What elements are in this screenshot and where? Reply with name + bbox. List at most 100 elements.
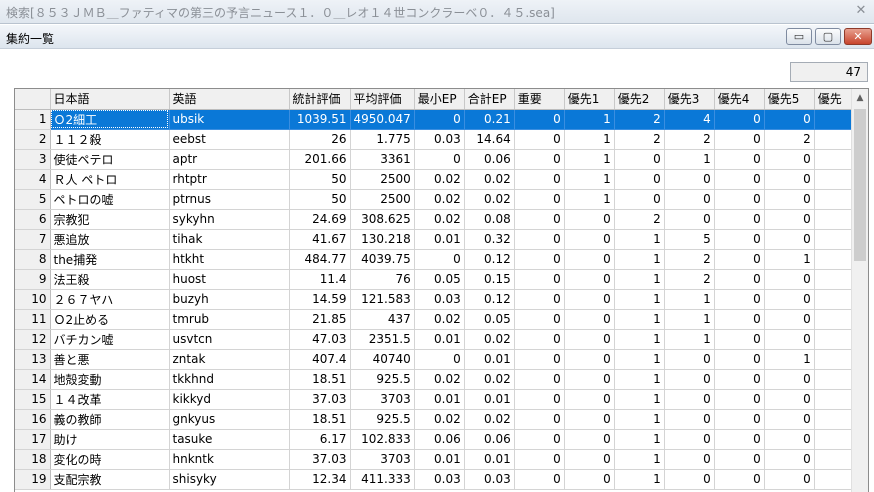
table-cell[interactable]: 1 <box>614 469 665 490</box>
table-cell[interactable]: 1 <box>564 169 615 190</box>
table-cell[interactable]: 0.01 <box>464 349 515 370</box>
row-number[interactable]: 12 <box>15 329 51 350</box>
table-cell[interactable]: aptr <box>169 149 290 170</box>
scroll-up-icon[interactable]: ▲ <box>852 89 868 107</box>
table-cell[interactable]: 0 <box>714 189 765 210</box>
column-header[interactable]: 統計評価 <box>289 89 351 110</box>
table-cell[interactable]: 2 <box>664 129 715 150</box>
row-number[interactable]: 17 <box>15 429 51 450</box>
table-cell[interactable]: 0 <box>564 269 615 290</box>
table-cell[interactable]: 0 <box>514 169 565 190</box>
table-row[interactable]: 7 悪追放 tihak 41.67 130.218 0.01 0.32 0 0 1 5 0 0 <box>15 229 860 250</box>
table-cell[interactable]: 407.4 <box>289 349 351 370</box>
table-cell[interactable]: 50 <box>289 169 351 190</box>
table-cell[interactable]: 0 <box>664 469 715 490</box>
table-cell[interactable]: 0 <box>414 349 465 370</box>
table-cell[interactable]: 1 <box>614 389 665 410</box>
table-cell[interactable]: 0 <box>564 389 615 410</box>
table-cell[interactable]: バチカン嘘 <box>50 329 170 350</box>
parent-close-icon[interactable]: ✕ <box>854 3 868 19</box>
table-cell[interactable]: 1 <box>564 189 615 210</box>
row-number[interactable]: 3 <box>15 149 51 170</box>
table-cell[interactable]: 0 <box>514 129 565 150</box>
table-cell[interactable]: 484.77 <box>289 249 351 270</box>
table-cell[interactable]: 1039.51 <box>289 109 351 130</box>
table-cell[interactable]: 1 <box>614 329 665 350</box>
table-row[interactable]: 10 ２６７ヤハ buzyh 14.59 121.583 0.03 0.12 0 0 1 1 0 0 <box>15 289 860 310</box>
table-cell[interactable]: 12.34 <box>289 469 351 490</box>
table-cell[interactable]: tihak <box>169 229 290 250</box>
table-cell[interactable]: 14.59 <box>289 289 351 310</box>
table-cell[interactable]: 308.625 <box>350 209 415 230</box>
table-cell[interactable]: Ｏ2止める <box>50 309 170 330</box>
table-cell[interactable]: 0 <box>514 209 565 230</box>
table-cell[interactable]: 2500 <box>350 169 415 190</box>
table-cell[interactable]: 0 <box>414 249 465 270</box>
table-row[interactable]: 13 善と悪 zntak 407.4 40740 0 0.01 0 0 1 0 0 1 <box>15 349 860 370</box>
table-cell[interactable]: 0 <box>764 209 815 230</box>
table-row[interactable]: 3 使徒ペテロ aptr 201.66 3361 0 0.06 0 1 0 1 0 0 <box>15 149 860 170</box>
table-cell[interactable]: 0.01 <box>414 229 465 250</box>
scroll-thumb[interactable] <box>854 109 866 261</box>
table-cell[interactable]: 925.5 <box>350 369 415 390</box>
table-row[interactable]: 2 １１２殺 eebst 26 1.775 0.03 14.64 0 1 2 2 0 2 <box>15 129 860 150</box>
table-cell[interactable]: 1 <box>664 329 715 350</box>
table-cell[interactable]: 0 <box>764 289 815 310</box>
table-cell[interactable]: 0 <box>714 449 765 470</box>
row-number[interactable]: 1 <box>15 109 51 130</box>
table-cell[interactable]: 0.12 <box>464 289 515 310</box>
table-cell[interactable]: 0.02 <box>414 169 465 190</box>
table-cell[interactable]: 0 <box>664 209 715 230</box>
table-cell[interactable]: 2 <box>664 269 715 290</box>
table-cell[interactable]: 0 <box>664 389 715 410</box>
table-cell[interactable]: tkkhnd <box>169 369 290 390</box>
table-cell[interactable]: 0 <box>564 409 615 430</box>
table-cell[interactable]: １４改革 <box>50 389 170 410</box>
table-cell[interactable]: 0 <box>614 189 665 210</box>
table-cell[interactable]: 0 <box>514 189 565 210</box>
table-cell[interactable]: 2 <box>614 209 665 230</box>
table-cell[interactable]: 0.03 <box>414 129 465 150</box>
table-cell[interactable]: 0 <box>514 289 565 310</box>
table-cell[interactable]: 130.218 <box>350 229 415 250</box>
table-cell[interactable]: 2500 <box>350 189 415 210</box>
table-cell[interactable]: 0.06 <box>464 149 515 170</box>
row-number[interactable]: 8 <box>15 249 51 270</box>
row-number[interactable]: 15 <box>15 389 51 410</box>
table-cell[interactable]: 0 <box>714 289 765 310</box>
table-cell[interactable]: 0.02 <box>414 189 465 210</box>
table-row[interactable]: 17 助け tasuke 6.17 102.833 0.06 0.06 0 0 1 0 0 0 <box>15 429 860 450</box>
row-number[interactable]: 7 <box>15 229 51 250</box>
table-cell[interactable]: 0 <box>714 209 765 230</box>
table-cell[interactable]: 1 <box>614 349 665 370</box>
table-cell[interactable]: 37.03 <box>289 449 351 470</box>
table-cell[interactable]: 6.17 <box>289 429 351 450</box>
table-cell[interactable]: 11.4 <box>289 269 351 290</box>
table-cell[interactable]: 102.833 <box>350 429 415 450</box>
table-cell[interactable]: 0 <box>564 209 615 230</box>
table-cell[interactable]: rhtptr <box>169 169 290 190</box>
column-header[interactable]: 優先3 <box>664 89 715 110</box>
maximize-button[interactable]: ▢ <box>815 28 841 45</box>
parent-window-titlebar[interactable]: 検索[８５３ＪＭＢ＿ファティマの第三の予言ニュース１．０＿レオ１４世コンクラーベ… <box>0 0 874 24</box>
table-row[interactable]: 9 法王殺 huost 11.4 76 0.05 0.15 0 0 1 2 0 0 <box>15 269 860 290</box>
table-cell[interactable]: 0 <box>564 229 615 250</box>
table-cell[interactable]: 37.03 <box>289 389 351 410</box>
table-cell[interactable]: 2 <box>664 249 715 270</box>
table-cell[interactable]: 0 <box>714 409 765 430</box>
table-cell[interactable]: 0 <box>414 109 465 130</box>
table-cell[interactable]: 0.02 <box>464 409 515 430</box>
table-cell[interactable]: 0 <box>714 349 765 370</box>
minimize-button[interactable]: ▭ <box>786 28 812 45</box>
column-header[interactable]: 重要 <box>514 89 565 110</box>
table-cell[interactable]: 0 <box>714 149 765 170</box>
table-cell[interactable]: ２６７ヤハ <box>50 289 170 310</box>
table-cell[interactable]: 437 <box>350 309 415 330</box>
table-row[interactable]: 11 Ｏ2止める tmrub 21.85 437 0.02 0.05 0 0 1 1 0 0 <box>15 309 860 330</box>
table-cell[interactable]: Ｏ2細工 <box>50 109 170 130</box>
table-cell[interactable]: 0 <box>714 229 765 250</box>
summary-grid[interactable]: 日本語 英語 統計評価 平均評価 最小EP 合計EP 重要 優先1 優先2 優先3 優先4 優先5 優先… <box>14 88 869 492</box>
table-cell[interactable]: 悪追放 <box>50 229 170 250</box>
table-cell[interactable]: 1 <box>614 449 665 470</box>
table-row[interactable]: 15 １４改革 kikkyd 37.03 3703 0.01 0.01 0 0 1 0 0 0 <box>15 389 860 410</box>
